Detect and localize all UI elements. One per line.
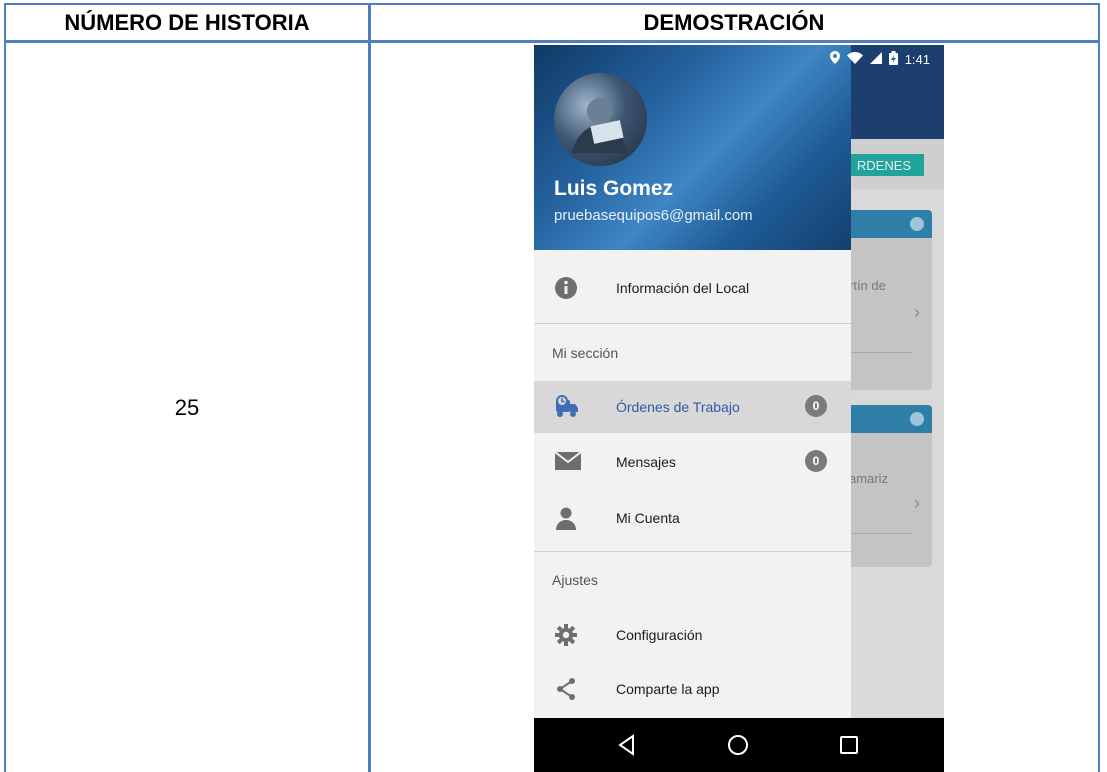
location-icon (829, 51, 840, 67)
card-text: rtín de (849, 278, 886, 293)
card-divider (849, 533, 912, 534)
menu-item-my-account[interactable]: Mi Cuenta (534, 493, 851, 543)
section-title-settings: Ajustes (552, 572, 598, 588)
header-story-number: NÚMERO DE HISTORIA (64, 9, 310, 35)
menu-item-work-orders[interactable]: Órdenes de Trabajo 0 (534, 381, 851, 433)
menu-item-label: Información del Local (616, 280, 750, 296)
menu-item-label: Mensajes (616, 454, 676, 470)
table-border-left (4, 3, 6, 772)
home-icon[interactable] (725, 732, 751, 758)
table-border-middle (368, 3, 371, 772)
signal-icon (869, 51, 882, 67)
recents-icon[interactable] (836, 732, 862, 758)
user-name: Luis Gomez (554, 177, 674, 200)
story-number-value: 25 (174, 395, 200, 420)
person-icon (554, 506, 578, 530)
menu-item-label: Órdenes de Trabajo (616, 399, 740, 415)
menu-item-share-app[interactable]: Comparte la app (534, 664, 851, 714)
divider (534, 551, 851, 552)
count-badge: 0 (805, 450, 827, 472)
back-icon[interactable] (614, 732, 640, 758)
count-badge: 0 (805, 395, 827, 417)
tab-ordenes[interactable]: RDENES (844, 154, 924, 176)
close-icon[interactable] (910, 217, 924, 231)
header-demonstration: DEMOSTRACIÓN (643, 9, 825, 35)
drawer-header: Luis Gomez pruebasequipos6@gmail.com (534, 45, 851, 250)
delivery-truck-icon (554, 394, 578, 418)
gear-icon (554, 623, 578, 647)
card-text: amariz (849, 471, 889, 486)
menu-item-settings[interactable]: Configuración (534, 610, 851, 660)
divider (534, 323, 851, 324)
share-icon (554, 677, 578, 701)
close-icon[interactable] (910, 412, 924, 426)
menu-item-messages[interactable]: Mensajes 0 (534, 437, 851, 487)
mail-icon (554, 450, 582, 474)
menu-item-label: Comparte la app (616, 681, 720, 697)
info-icon (554, 276, 578, 300)
menu-item-label: Mi Cuenta (616, 510, 680, 526)
table-border-top (4, 3, 1100, 5)
avatar[interactable] (554, 73, 647, 166)
user-email: pruebasequipos6@gmail.com (554, 207, 753, 224)
status-bar: 1:41 (534, 45, 944, 73)
card-divider (849, 352, 912, 353)
table-border-header-bottom (4, 40, 1100, 43)
navigation-drawer: Luis Gomez pruebasequipos6@gmail.com Inf… (534, 45, 851, 718)
phone-screenshot: RDENES rtín de › amariz › 1:41 Luis Gome… (534, 45, 944, 772)
chevron-right-icon[interactable]: › (914, 302, 920, 323)
battery-icon (888, 50, 898, 68)
menu-item-label: Configuración (616, 627, 703, 643)
status-time: 1:41 (904, 51, 930, 67)
wifi-icon (846, 51, 863, 67)
table-border-right (1098, 3, 1100, 772)
navigation-bar (534, 718, 944, 772)
menu-item-store-info[interactable]: Información del Local (534, 263, 851, 313)
section-title-my-section: Mi sección (552, 345, 619, 361)
chevron-right-icon[interactable]: › (914, 493, 920, 514)
